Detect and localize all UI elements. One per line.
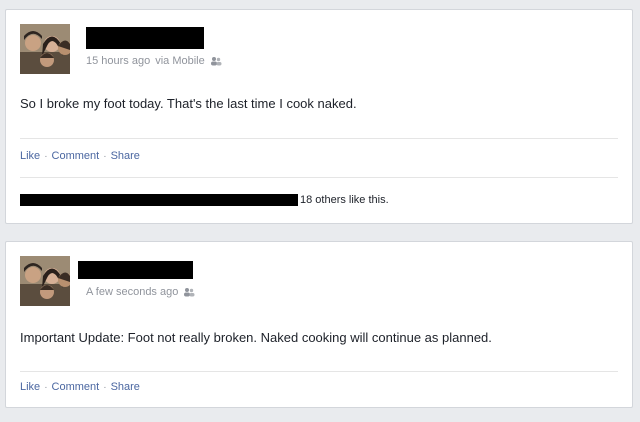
divider — [20, 371, 618, 372]
post-actions: Like · Comment · Share — [20, 150, 140, 162]
like-link[interactable]: Like — [20, 381, 40, 393]
separator-dot: · — [103, 150, 107, 162]
feed-post: 15 hours ago via Mobile So I broke my fo… — [5, 9, 633, 224]
likes-count[interactable]: 18 others like this. — [300, 194, 389, 206]
redacted-name — [86, 27, 204, 49]
post-source: via Mobile — [155, 55, 205, 67]
avatar[interactable] — [20, 256, 70, 306]
status-text: So I broke my foot today. That's the las… — [20, 96, 357, 111]
separator-dot: · — [103, 381, 107, 393]
comment-link[interactable]: Comment — [52, 150, 100, 162]
post-timestamp[interactable]: A few seconds ago — [86, 286, 178, 298]
likes-summary: 18 others like this. — [20, 193, 389, 207]
friends-icon[interactable] — [183, 287, 195, 297]
post-meta: 15 hours ago via Mobile — [86, 55, 222, 67]
share-link[interactable]: Share — [111, 381, 140, 393]
like-link[interactable]: Like — [20, 150, 40, 162]
divider — [20, 177, 618, 178]
separator-dot: · — [44, 381, 48, 393]
redacted-likers — [20, 194, 298, 206]
feed-post: A few seconds ago Important Update: Foot… — [5, 241, 633, 408]
friends-icon[interactable] — [210, 56, 222, 66]
divider — [20, 138, 618, 139]
share-link[interactable]: Share — [111, 150, 140, 162]
avatar[interactable] — [20, 24, 70, 74]
post-meta: A few seconds ago — [86, 286, 195, 298]
status-text: Important Update: Foot not really broken… — [20, 330, 492, 345]
separator-dot: · — [44, 150, 48, 162]
comment-link[interactable]: Comment — [52, 381, 100, 393]
post-timestamp[interactable]: 15 hours ago — [86, 55, 150, 67]
redacted-name — [78, 261, 193, 279]
post-actions: Like · Comment · Share — [20, 381, 140, 393]
